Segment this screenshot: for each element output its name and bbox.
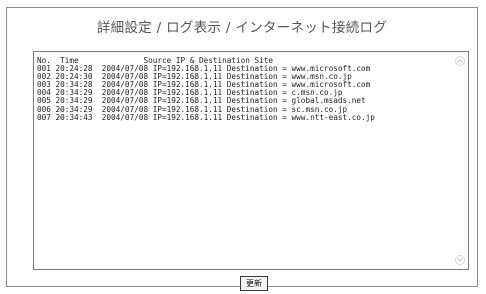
log-row: 007 20:34:43 2004/07/08 IP=192.168.1.11 … — [37, 112, 375, 122]
refresh-button[interactable]: 更新 — [240, 276, 268, 291]
log-textarea[interactable]: No. Time Source IP & Destination Site 00… — [33, 51, 469, 270]
chevron-down-icon[interactable] — [455, 255, 465, 265]
log-panel: 詳細設定 / ログ表示 / インターネット接続ログ No. Time Sourc… — [6, 7, 478, 291]
vertical-scrollbar[interactable] — [453, 52, 468, 269]
chevron-up-icon[interactable] — [455, 56, 465, 66]
page-title: 詳細設定 / ログ表示 / インターネット接続ログ — [96, 20, 388, 36]
log-content: No. Time Source IP & Destination Site 00… — [37, 57, 452, 267]
